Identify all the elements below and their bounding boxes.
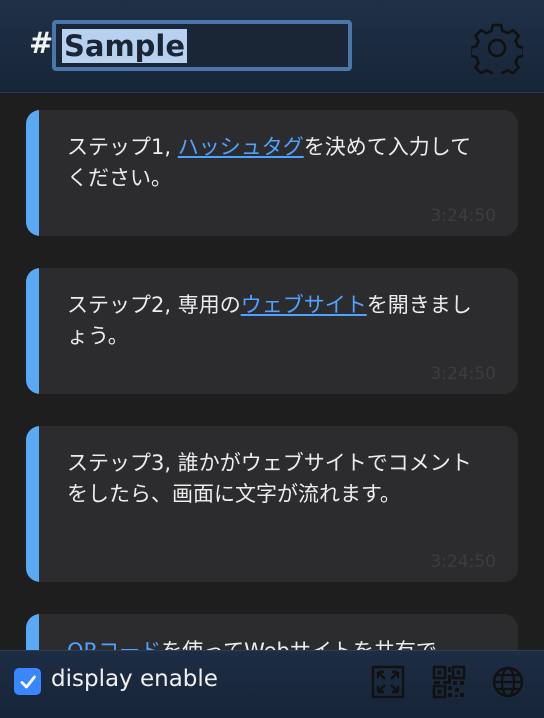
footer-toolbar: display enable xyxy=(0,650,544,718)
display-enable-checkbox[interactable] xyxy=(14,668,41,695)
message-card: QRコードを使ってWebサイトを共有で xyxy=(26,614,518,650)
gear-icon[interactable] xyxy=(471,22,523,74)
hashtag-input[interactable]: Sample xyxy=(52,20,352,71)
card-accent-bar xyxy=(26,110,39,236)
card-accent-bar xyxy=(26,268,39,394)
message-prefix: ステップ3, 誰かがウェブサイトでコメントをしたら、画面に文字が流れます。 xyxy=(67,451,472,506)
qr-code-link[interactable]: QRコード xyxy=(67,639,161,650)
card-accent-bar xyxy=(26,614,39,650)
message-text: ステップ2, 専用のウェブサイトを開きましょう。 xyxy=(67,290,488,352)
message-card: ステップ3, 誰かがウェブサイトでコメントをしたら、画面に文字が流れます。 3:… xyxy=(26,426,518,582)
message-text: QRコードを使ってWebサイトを共有で xyxy=(67,636,488,650)
message-suffix: を使ってWebサイトを共有で xyxy=(161,639,437,650)
message-timestamp: 3:24:50 xyxy=(430,206,496,226)
globe-icon[interactable] xyxy=(491,665,525,699)
checkmark-icon xyxy=(20,675,36,688)
message-text: ステップ1, ハッシュタグを決めて入力してください。 xyxy=(67,132,488,194)
message-prefix: ステップ2, 専用の xyxy=(67,293,241,317)
message-card: ステップ2, 専用のウェブサイトを開きましょう。 3:24:50 xyxy=(26,268,518,394)
header: # Sample xyxy=(0,0,544,93)
message-text: ステップ3, 誰かがウェブサイトでコメントをしたら、画面に文字が流れます。 xyxy=(67,448,488,510)
message-card: ステップ1, ハッシュタグを決めて入力してください。 3:24:50 xyxy=(26,110,518,236)
hashtag-value[interactable]: Sample xyxy=(62,28,188,63)
fullscreen-icon[interactable] xyxy=(371,665,405,699)
website-link[interactable]: ウェブサイト xyxy=(241,293,367,317)
qr-code-icon[interactable] xyxy=(432,665,466,699)
display-enable-label[interactable]: display enable xyxy=(51,666,218,692)
message-timestamp: 3:24:50 xyxy=(430,552,496,572)
card-accent-bar xyxy=(26,426,39,582)
hashtag-link[interactable]: ハッシュタグ xyxy=(178,135,304,159)
message-feed[interactable]: ステップ1, ハッシュタグを決めて入力してください。 3:24:50 ステップ2… xyxy=(0,94,544,650)
hash-symbol: # xyxy=(29,26,54,60)
message-prefix: ステップ1, xyxy=(67,135,178,159)
message-timestamp: 3:24:50 xyxy=(430,364,496,384)
